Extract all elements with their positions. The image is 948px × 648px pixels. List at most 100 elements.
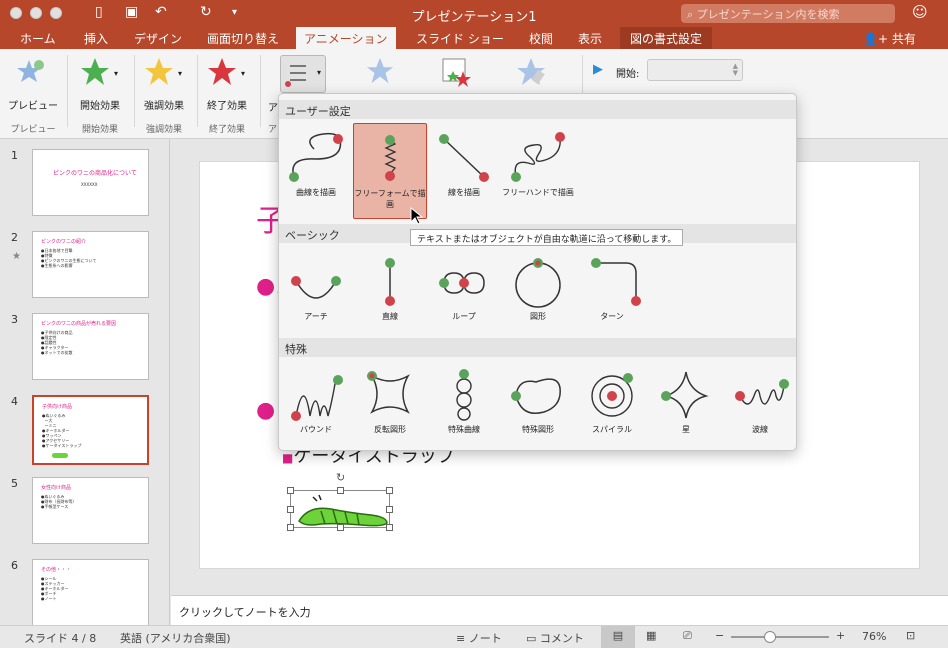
rotate-handle-icon[interactable]: ↻: [336, 471, 345, 484]
star-path[interactable]: 星: [649, 360, 723, 450]
search-placeholder: プレゼンテーション内を検索: [696, 8, 840, 21]
resize-handle[interactable]: [337, 524, 344, 531]
status-bar: スライド 4 / 8 英語 (アメリカ合衆国) ≡ ノート ▭ コメント ▤ ▦…: [0, 625, 948, 648]
resize-handle[interactable]: [287, 506, 294, 513]
line-path[interactable]: 直線: [353, 247, 427, 343]
draw-curve-path[interactable]: 曲線を描画: [279, 123, 353, 219]
tab-slideshow[interactable]: スライド ショー: [416, 30, 504, 47]
loop-path[interactable]: ループ: [427, 247, 501, 343]
tab-insert[interactable]: 挿入: [84, 30, 108, 47]
path-label: 波線: [752, 425, 768, 434]
mouse-cursor-icon: [410, 207, 424, 225]
zoom-percent[interactable]: 76%: [862, 630, 886, 643]
start-select[interactable]: ▲ ▼: [647, 59, 743, 81]
share-button[interactable]: 👤+ 共有: [863, 30, 916, 47]
curve-path-icon: [289, 132, 343, 182]
add-animation-icon[interactable]: [441, 57, 471, 87]
turn-path[interactable]: ターン: [575, 247, 649, 343]
tab-view[interactable]: 表示: [578, 30, 602, 47]
inverted-square-path-icon: [367, 371, 410, 414]
smiley-feedback-icon[interactable]: ☺: [912, 3, 928, 21]
tab-picture-format[interactable]: 図の書式設定: [620, 27, 713, 49]
caterpillar-image: [52, 453, 68, 458]
slide-number: 4: [11, 395, 18, 408]
draw-scribble-path[interactable]: フリーハンドで描画: [501, 123, 575, 219]
draw-line-path[interactable]: 線を描画: [427, 123, 501, 219]
resize-handle[interactable]: [386, 506, 393, 513]
preview-button[interactable]: プレビュー: [6, 55, 60, 112]
slide-number: 3: [11, 313, 18, 326]
wave-path-icon: [735, 379, 789, 405]
zoom-in-icon[interactable]: +: [836, 629, 845, 642]
tab-review[interactable]: 校閲: [529, 30, 553, 47]
ribbon-tabs: ホーム 挿入 デザイン 画面切り替え アニメーション スライド ショー 校閲 表…: [0, 27, 948, 49]
yellow-star-icon: [145, 58, 173, 85]
emphasis-label: 強調効果: [144, 101, 184, 112]
notes-button[interactable]: ≡ ノート: [456, 630, 502, 646]
zoom-slider[interactable]: [731, 631, 829, 643]
turn-path-icon: [591, 258, 641, 306]
normal-view-icon[interactable]: ▤: [601, 626, 635, 648]
spiral-path[interactable]: スパイラル: [575, 360, 649, 450]
fit-to-window-icon[interactable]: ⊡: [906, 629, 915, 642]
resize-handle[interactable]: [337, 487, 344, 494]
comments-button[interactable]: ▭ コメント: [526, 630, 584, 646]
selected-picture[interactable]: ↻: [287, 471, 393, 531]
slide-thumbnail-6[interactable]: その他・・・ ●シール ●ステッカー ●キーホルダー ●ポーチ ●ノート: [32, 559, 149, 626]
slideshow-icon[interactable]: ⎚: [683, 629, 692, 643]
slide-thumbnail-4[interactable]: 子供向け商品 ●ぬいぐるみ ー大 ーミニ ●キーホルダー ●ワッペン ●アクセサ…: [32, 395, 149, 465]
zoom-slider-thumb[interactable]: [764, 631, 777, 643]
arc-path[interactable]: アーチ: [279, 247, 353, 343]
notes-pane[interactable]: クリックしてノートを入力: [171, 595, 948, 625]
exit-label: 終了効果: [207, 101, 247, 112]
resize-handle[interactable]: [287, 524, 294, 531]
path-label: 特殊図形: [522, 425, 554, 434]
dropdown-arrow-icon: ▾: [178, 69, 183, 78]
resize-handle[interactable]: [287, 487, 294, 494]
separator: [197, 55, 198, 127]
tab-transitions[interactable]: 画面切り替え: [207, 30, 279, 47]
special-shape-path[interactable]: 特殊図形: [501, 360, 575, 450]
star-path-icon: [661, 371, 709, 419]
motion-paths-button[interactable]: ▾: [280, 55, 326, 93]
thumb-title: ピンクのワニの商品が売れる要因: [41, 321, 117, 327]
bounce-path[interactable]: バウンド: [279, 360, 353, 450]
exit-effects-button[interactable]: ▾ 終了効果: [203, 55, 259, 112]
motion-path-gallery: ユーザー設定 曲線を描画 フリーフォームで描画 線を描画 フリーハンドで描画 ベ…: [278, 93, 797, 451]
entrance-effects-button[interactable]: ▾ 開始効果: [74, 55, 130, 112]
thumb-body: ●ぬいぐるみ ●財布（長財布等） ●手帳型ケース: [41, 494, 77, 509]
animation-painter-icon[interactable]: [516, 57, 546, 87]
path-label: ターン: [600, 312, 624, 321]
slide-thumbnail-1[interactable]: ピンクのワニの商品化について XXXXXX: [32, 149, 149, 216]
thumb-body: ●日本各地で目撃 ●特徴 ●ピンクのワニの生態について ●生態系への影響: [41, 248, 97, 268]
title-bar: ▯ ▣ ↶ ↻ ▾ プレゼンテーション1 ⌕ プレゼンテーション内を検索 ☺: [0, 0, 948, 27]
path-label: 星: [682, 425, 690, 434]
special-curve-path-icon: [456, 369, 472, 421]
inverted-square-path[interactable]: 反転図形: [353, 360, 427, 450]
slide-sorter-icon[interactable]: ▦: [646, 629, 656, 642]
path-label: フリーハンドで描画: [502, 188, 574, 197]
notes-placeholder: クリックしてノートを入力: [179, 606, 311, 619]
special-section-header: 特殊: [279, 338, 796, 357]
draw-freeform-path[interactable]: フリーフォームで描画: [353, 123, 427, 219]
entrance-label: 開始効果: [80, 101, 120, 112]
thumb-body: ●シール ●ステッカー ●キーホルダー ●ポーチ ●ノート: [41, 576, 69, 601]
special-curve-path[interactable]: 特殊曲線: [427, 360, 501, 450]
tab-design[interactable]: デザイン: [134, 30, 182, 47]
resize-handle[interactable]: [386, 487, 393, 494]
slide-thumbnail-2[interactable]: ピンクのワニの紹介 ●日本各地で目撃 ●特徴 ●ピンクのワニの生態について ●生…: [32, 231, 149, 298]
search-input[interactable]: ⌕ プレゼンテーション内を検索: [681, 4, 895, 23]
tab-home[interactable]: ホーム: [20, 30, 56, 47]
shape-path[interactable]: 図形: [501, 247, 575, 343]
emphasis-effects-button[interactable]: ▾ 強調効果: [140, 55, 196, 112]
effect-options-star-icon[interactable]: [366, 57, 394, 85]
wave-path[interactable]: 波線: [723, 360, 796, 450]
language[interactable]: 英語 (アメリカ合衆国): [120, 630, 231, 646]
resize-handle[interactable]: [386, 524, 393, 531]
slide-thumbnail-5[interactable]: 女性向け商品 ●ぬいぐるみ ●財布（長財布等） ●手帳型ケース: [32, 477, 149, 544]
thumb-title: 子供向け商品: [42, 404, 73, 410]
zoom-out-icon[interactable]: −: [715, 629, 724, 642]
group-exit-label: 終了効果: [208, 125, 245, 135]
tab-animations[interactable]: アニメーション: [296, 27, 396, 49]
slide-thumbnail-3[interactable]: ピンクのワニの商品が売れる要因 ●子供向けの商品 ●限定性 ●話題性 ●キャラク…: [32, 313, 149, 380]
